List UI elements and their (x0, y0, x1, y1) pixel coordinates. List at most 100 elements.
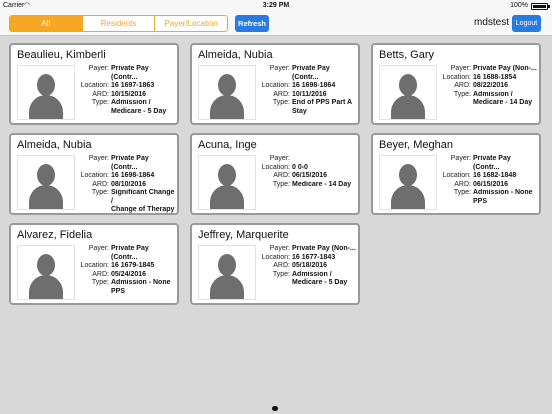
payer-value (292, 155, 356, 164)
resident-name: Almeida, Nubia (17, 139, 92, 151)
avatar-placeholder-icon (198, 245, 256, 300)
ard-value: 05/24/2016 (111, 270, 147, 278)
resident-name: Almeida, Nubia (198, 49, 273, 61)
payer-value: Private Pay (Non-... (292, 245, 356, 252)
ard-label: ARD: (273, 172, 290, 179)
resident-card[interactable]: Betts, Gary Payer: Private Pay (Non-... Loc… (371, 43, 541, 125)
username-label: mdstest (473, 17, 509, 28)
ard-label: ARD: (454, 180, 471, 188)
location-label: Location: (261, 253, 290, 261)
home-indicator (272, 406, 278, 411)
ard-value: 06/15/2016 (292, 172, 328, 179)
type-label: Type: (91, 99, 109, 106)
avatar-placeholder-icon (17, 155, 75, 210)
resident-details: Payer: Private Pay (Non-... Location: 16 16… (258, 245, 356, 288)
type-value: Admission / Medicare - 14 Day (473, 90, 533, 107)
resident-details: Payer: Private Pay (Contr... Location: 16 1… (439, 155, 537, 206)
location-value: 16 1697-1863 (111, 82, 155, 89)
location-value: 16 1698-1864 (111, 172, 155, 179)
resident-name: Jeffrey, Marquerite (198, 229, 289, 241)
resident-name: Beyer, Meghan (379, 139, 453, 151)
type-label: Type: (272, 180, 290, 188)
ard-value: 05/18/2016 (292, 262, 328, 269)
payer-label: Payer: (269, 65, 290, 72)
segment-residents[interactable]: Residents (83, 16, 156, 31)
logout-button[interactable]: Logout (512, 15, 541, 32)
payer-label: Payer: (450, 155, 471, 162)
resident-card[interactable]: Almeida, Nubia Payer: Private Pay (Contr..… (190, 43, 360, 125)
ard-value: 10/15/2016 (111, 90, 147, 98)
resident-details: Payer: Private Pay (Non-... Location: 16 16… (439, 65, 537, 108)
payer-label: Payer: (88, 65, 109, 72)
refresh-button[interactable]: Refresh (235, 15, 269, 32)
resident-card[interactable]: Acuna, Inge Payer: Location: 0 0-0 ARD: 06/15… (190, 133, 360, 215)
location-value: 16 1698-1864 (292, 82, 336, 89)
type-label: Type: (272, 270, 290, 278)
payer-value: Private Pay (Non-... (473, 65, 537, 72)
location-label: Location: (80, 172, 109, 179)
avatar-placeholder-icon (379, 65, 437, 120)
ard-value: 08/10/2016 (111, 180, 147, 188)
segment-payer-location[interactable]: Payer/Location (155, 16, 227, 31)
avatar-placeholder-icon (198, 155, 256, 210)
resident-card[interactable]: Almeida, Nubia Payer: Private Pay (Contr..… (9, 133, 179, 215)
payer-value: Private Pay (Contr... (111, 65, 149, 81)
payer-label: Payer: (269, 155, 290, 162)
payer-label: Payer: (450, 65, 471, 72)
payer-value: Private Pay (Contr... (473, 155, 511, 171)
type-label: Type: (453, 189, 471, 196)
ard-label: ARD: (273, 90, 290, 98)
avatar-placeholder-icon (17, 245, 75, 300)
resident-name: Betts, Gary (379, 49, 435, 61)
payer-label: Payer: (88, 245, 109, 252)
resident-card[interactable]: Beaulieu, Kimberli Payer: Private Pay (Con… (9, 43, 179, 125)
resident-card[interactable]: Alvarez, Fidelia Payer: Private Pay (Contr… (9, 223, 179, 305)
ard-label: ARD: (92, 180, 109, 188)
ard-value: 06/15/2016 (473, 180, 509, 188)
resident-name: Beaulieu, Kimberli (17, 49, 106, 61)
resident-card[interactable]: Jeffrey, Marquerite Payer: Private Pay (No… (190, 223, 360, 305)
resident-details: Payer: Location: 0 0-0 ARD: 06/15/2016 Type: M… (258, 155, 356, 189)
payer-label: Payer: (88, 155, 109, 162)
location-value: 16 1677-1843 (292, 253, 336, 261)
type-label: Type: (272, 99, 290, 106)
avatar-placeholder-icon (17, 65, 75, 120)
resident-name: Acuna, Inge (198, 139, 257, 151)
payer-value: Private Pay (Contr... (292, 65, 330, 81)
type-value: Admission - None PPS (111, 279, 171, 295)
type-value: Admission - None PPS (473, 189, 533, 205)
ard-label: ARD: (273, 262, 290, 269)
type-value: Admission / Medicare - 5 Day (111, 99, 167, 115)
resident-details: Payer: Private Pay (Contr... Location: 16 1… (77, 245, 175, 296)
location-label: Location: (80, 262, 109, 269)
ard-label: ARD: (454, 82, 471, 89)
type-label: Type: (91, 189, 109, 196)
resident-details: Payer: Private Pay (Contr... Location: 16 1… (77, 65, 175, 116)
location-label: Location: (261, 82, 290, 89)
avatar-placeholder-icon (379, 155, 437, 210)
location-value: 16 1679-1845 (111, 262, 155, 269)
location-value: 0 0-0 (292, 163, 308, 171)
ard-label: ARD: (92, 90, 109, 98)
resident-card[interactable]: Beyer, Meghan Payer: Private Pay (Contr...… (371, 133, 541, 215)
location-label: Location: (442, 172, 471, 179)
battery-icon (531, 3, 550, 10)
payer-value: Private Pay (Contr... (111, 245, 149, 261)
ard-label: ARD: (92, 270, 109, 278)
filter-segmented-control: All Residents Payer/Location (9, 15, 228, 32)
type-value: Significant Change / Change of Therapy (111, 189, 175, 213)
resident-details: Payer: Private Pay (Contr... Location: 16 1… (258, 65, 356, 116)
segment-all[interactable]: All (10, 16, 83, 31)
payer-value: Private Pay (Contr... (111, 155, 149, 171)
status-bar: Carrier ◠ 3:29 PM 100% (0, 0, 552, 12)
type-label: Type: (453, 90, 471, 98)
ard-value: 08/22/2016 (473, 82, 509, 89)
location-value: 16 1688-1854 (473, 73, 517, 81)
location-label: Location: (80, 82, 109, 89)
location-label: Location: (261, 163, 290, 171)
resident-details: Payer: Private Pay (Contr... Location: 16 1… (77, 155, 175, 215)
type-value: Medicare - 14 Day (292, 180, 352, 188)
avatar-placeholder-icon (198, 65, 256, 120)
nav-bar: All Residents Payer/Location Refresh mds… (0, 12, 552, 36)
type-label: Type: (91, 279, 109, 286)
